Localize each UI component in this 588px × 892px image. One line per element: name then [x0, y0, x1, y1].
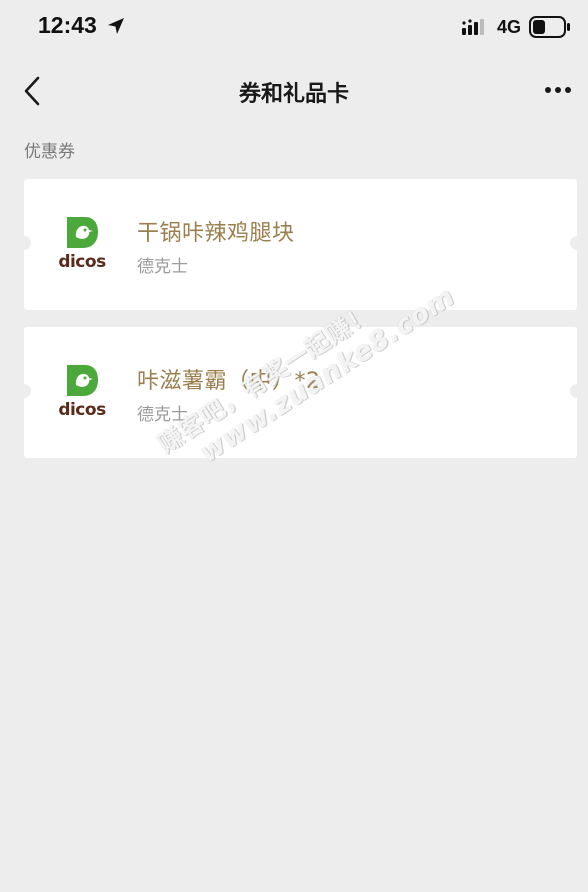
location-arrow-icon — [106, 16, 126, 40]
ellipsis-icon — [545, 87, 571, 93]
page-title: 券和礼品卡 — [238, 82, 349, 107]
coupon-merchant: 德克士 — [137, 257, 188, 277]
battery-icon — [529, 16, 571, 42]
dicos-logo: dicos — [58, 215, 106, 275]
dicos-bird-icon — [67, 217, 98, 248]
status-time: 12:43 — [38, 12, 97, 38]
status-bar: 12:43 4G — [0, 0, 588, 56]
network-type: 4G — [497, 17, 522, 37]
dicos-logo-text: dicos — [58, 252, 106, 272]
dicos-bird-icon — [67, 365, 98, 396]
more-button[interactable] — [540, 78, 576, 102]
coupon-card[interactable]: dicos 干锅咔辣鸡腿块 德克士 — [17, 179, 584, 310]
dicos-logo-text: dicos — [58, 400, 106, 420]
coupon-card[interactable]: dicos 咔滋薯霸（中）*2 德克士 — [17, 327, 584, 458]
coupon-title: 干锅咔辣鸡腿块 — [137, 221, 295, 246]
dicos-logo: dicos — [58, 363, 106, 423]
coupon-merchant: 德克士 — [137, 405, 188, 425]
signal-icon — [462, 19, 490, 39]
coupon-title: 咔滋薯霸（中）*2 — [137, 369, 321, 394]
section-label-coupons: 优惠券 — [24, 142, 75, 162]
nav-bar: 券和礼品卡 — [0, 62, 588, 120]
